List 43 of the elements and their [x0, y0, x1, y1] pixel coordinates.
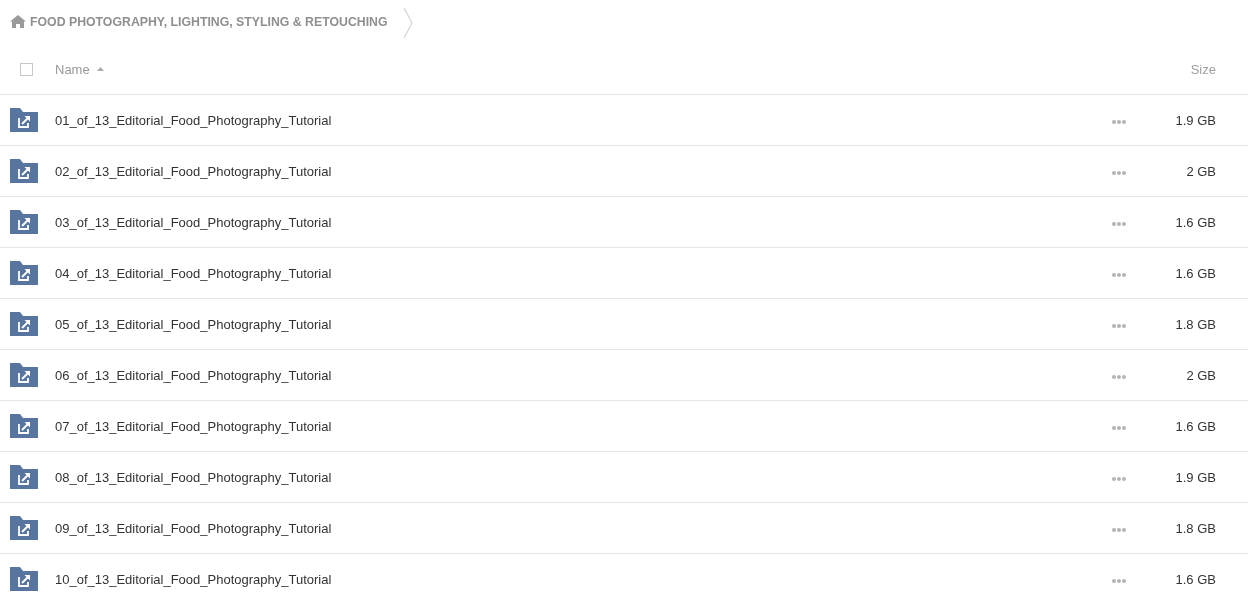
chevron-separator-icon: [402, 8, 413, 38]
file-size: 1.8 GB: [1174, 520, 1216, 536]
shared-folder-icon: [10, 516, 38, 540]
more-options-icon[interactable]: [1112, 222, 1126, 226]
file-name[interactable]: 04_of_13_Editorial_Food_Photography_Tutorial: [55, 266, 1112, 281]
more-options-icon[interactable]: [1112, 120, 1126, 124]
file-size: 1.6 GB: [1174, 418, 1216, 434]
file-name[interactable]: 05_of_13_Editorial_Food_Photography_Tutorial: [55, 317, 1112, 332]
shared-folder-icon: [10, 312, 38, 336]
file-size: 2 GB: [1185, 367, 1216, 383]
file-name[interactable]: 01_of_13_Editorial_Food_Photography_Tutorial: [55, 113, 1112, 128]
file-size: 1.6 GB: [1174, 214, 1216, 230]
more-options-icon[interactable]: [1112, 375, 1126, 379]
shared-folder-icon: [10, 261, 38, 285]
file-name[interactable]: 09_of_13_Editorial_Food_Photography_Tutorial: [55, 521, 1112, 536]
shared-folder-icon: [10, 414, 38, 438]
file-name[interactable]: 07_of_13_Editorial_Food_Photography_Tutorial: [55, 419, 1112, 434]
shared-folder-icon: [10, 567, 38, 591]
home-icon[interactable]: [10, 15, 26, 28]
more-options-icon[interactable]: [1112, 171, 1126, 175]
file-size: 1.6 GB: [1174, 265, 1216, 281]
file-size: 1.8 GB: [1174, 316, 1216, 332]
more-options-icon[interactable]: [1112, 579, 1126, 583]
more-options-icon[interactable]: [1112, 528, 1126, 532]
file-size: 1.9 GB: [1174, 469, 1216, 485]
more-options-icon[interactable]: [1112, 273, 1126, 277]
select-all-checkbox[interactable]: [20, 63, 33, 76]
file-size: 1.6 GB: [1174, 571, 1216, 587]
more-options-icon[interactable]: [1112, 426, 1126, 430]
shared-folder-icon: [10, 159, 38, 183]
shared-folder-icon: [10, 465, 38, 489]
file-name[interactable]: 06_of_13_Editorial_Food_Photography_Tutorial: [55, 368, 1112, 383]
file-size: 1.9 GB: [1174, 112, 1216, 128]
shared-folder-icon: [10, 363, 38, 387]
more-options-icon[interactable]: [1112, 477, 1126, 481]
more-options-icon[interactable]: [1112, 324, 1126, 328]
file-name[interactable]: 03_of_13_Editorial_Food_Photography_Tutorial: [55, 215, 1112, 230]
file-name[interactable]: 08_of_13_Editorial_Food_Photography_Tutorial: [55, 470, 1112, 485]
file-name[interactable]: 10_of_13_Editorial_Food_Photography_Tutorial: [55, 572, 1112, 587]
file-size: 2 GB: [1185, 163, 1216, 179]
shared-folder-icon: [10, 108, 38, 132]
file-name[interactable]: 02_of_13_Editorial_Food_Photography_Tutorial: [55, 164, 1112, 179]
shared-folder-icon: [10, 210, 38, 234]
